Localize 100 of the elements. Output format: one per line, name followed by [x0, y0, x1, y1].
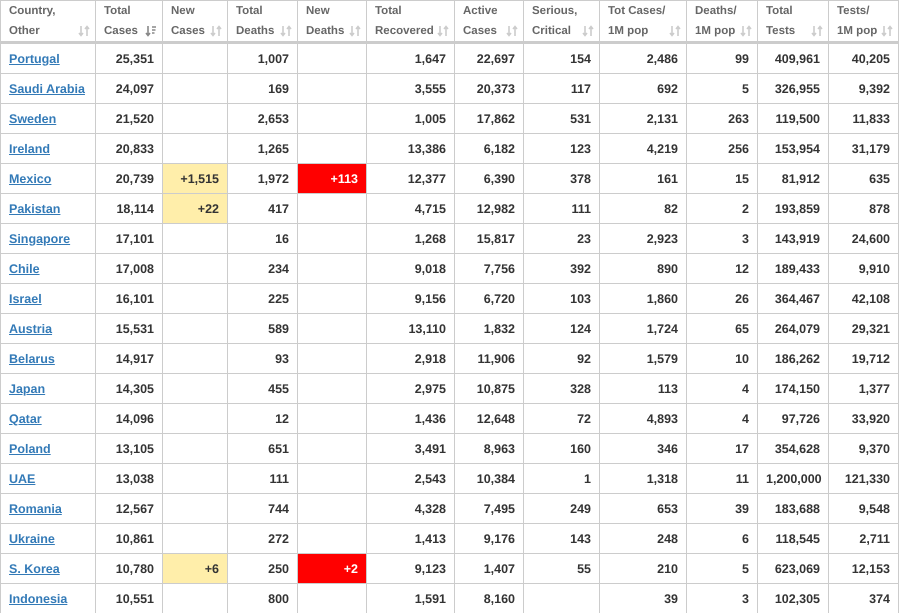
table-cell: 4,328 [366, 494, 454, 524]
column-header[interactable]: Serious, Critical [524, 0, 600, 42]
table-cell: 6,390 [454, 164, 524, 194]
table-cell: 12,648 [454, 404, 524, 434]
table-cell: 3 [686, 224, 758, 254]
table-cell: 40,205 [828, 42, 898, 74]
column-header[interactable]: New Cases [162, 0, 228, 42]
table-cell: 531 [524, 104, 600, 134]
table-cell: 1,832 [454, 314, 524, 344]
column-header[interactable]: Total Cases [96, 0, 162, 42]
table-cell: 455 [228, 374, 298, 404]
sort-icon[interactable] [582, 25, 594, 37]
table-cell: 5 [686, 74, 758, 104]
table-cell: 31,179 [828, 134, 898, 164]
table-cell: 417 [228, 194, 298, 224]
table-cell: 8,963 [454, 434, 524, 464]
table-cell: 29,321 [828, 314, 898, 344]
table-cell: 4,219 [600, 134, 686, 164]
table-cell: 169 [228, 74, 298, 104]
table-cell: 13,386 [366, 134, 454, 164]
table-cell: 692 [600, 74, 686, 104]
table-cell: 9,123 [366, 554, 454, 584]
table-cell: +6 [162, 554, 228, 584]
country-link[interactable]: UAE [9, 472, 36, 486]
table-cell: 65 [686, 314, 758, 344]
table-cell: 82 [600, 194, 686, 224]
table-cell: 183,688 [758, 494, 828, 524]
table-cell: 653 [600, 494, 686, 524]
table-cell: 119,500 [758, 104, 828, 134]
table-cell: 4,715 [366, 194, 454, 224]
table-cell: 2,923 [600, 224, 686, 254]
table-cell: 4,893 [600, 404, 686, 434]
table-cell: 24,097 [96, 74, 162, 104]
table-cell: 9,156 [366, 284, 454, 314]
sort-icon[interactable] [506, 25, 518, 37]
table-cell: 1,436 [366, 404, 454, 434]
country-link[interactable]: Israel [9, 292, 42, 306]
table-cell: 33,920 [828, 404, 898, 434]
table-cell: 13,105 [96, 434, 162, 464]
table-cell: 4 [686, 374, 758, 404]
sort-icon[interactable] [740, 25, 752, 37]
sort-icon[interactable] [210, 25, 222, 37]
column-header[interactable]: Deaths/ 1M pop [686, 0, 758, 42]
sort-icon[interactable] [349, 25, 361, 37]
table-cell: 6,720 [454, 284, 524, 314]
table-cell: 12 [228, 404, 298, 434]
table-cell: 2,543 [366, 464, 454, 494]
table-cell: 14,096 [96, 404, 162, 434]
table-cell: 364,467 [758, 284, 828, 314]
sort-icon[interactable] [811, 25, 823, 37]
table-cell: 160 [524, 434, 600, 464]
column-header[interactable]: Tot Cases/ 1M pop [600, 0, 686, 42]
sort-icon[interactable] [881, 25, 893, 37]
table-cell: 392 [524, 254, 600, 284]
table-cell: 92 [524, 344, 600, 374]
table-cell: 13,038 [96, 464, 162, 494]
table-cell: 272 [228, 524, 298, 554]
column-header[interactable]: New Deaths [298, 0, 366, 42]
table-cell: 117 [524, 74, 600, 104]
table-cell: 2,711 [828, 524, 898, 554]
table-cell: 2,131 [600, 104, 686, 134]
column-header[interactable]: Active Cases [454, 0, 524, 42]
sort-icon[interactable] [78, 25, 90, 37]
table-cell: 378 [524, 164, 600, 194]
table-cell: 10,384 [454, 464, 524, 494]
column-header[interactable]: Total Tests [758, 0, 828, 42]
table-cell: 12,982 [454, 194, 524, 224]
table-cell: 248 [600, 524, 686, 554]
table-cell: 15 [686, 164, 758, 194]
column-header[interactable]: Total Deaths [228, 0, 298, 42]
table-cell: 143,919 [758, 224, 828, 254]
country-link[interactable]: Japan [9, 382, 46, 396]
table-cell: 20,833 [96, 134, 162, 164]
column-header[interactable]: Tests/ 1M pop [828, 0, 898, 42]
table-cell: 9,018 [366, 254, 454, 284]
table-cell: 26 [686, 284, 758, 314]
table-cell: 193,859 [758, 194, 828, 224]
table-cell: 7,495 [454, 494, 524, 524]
table-cell: 55 [524, 554, 600, 584]
country-link[interactable]: Chile [9, 262, 40, 276]
sort-icon[interactable] [280, 25, 292, 37]
table-cell: 103 [524, 284, 600, 314]
country-link[interactable]: Qatar [9, 412, 42, 426]
table-cell: 2,486 [600, 42, 686, 74]
table-cell: 42,108 [828, 284, 898, 314]
table-cell: 1 [524, 464, 600, 494]
table-cell: 81,912 [758, 164, 828, 194]
table-cell: 11,833 [828, 104, 898, 134]
table-cell: 161 [600, 164, 686, 194]
table-cell: +22 [162, 194, 228, 224]
table-cell: 2,975 [366, 374, 454, 404]
sort-icon[interactable] [669, 25, 681, 37]
sort-icon[interactable] [145, 25, 157, 37]
sort-icon[interactable] [437, 25, 449, 37]
column-header[interactable]: Total Recovered [366, 0, 454, 42]
table-cell: 72 [524, 404, 600, 434]
table-cell: 24,600 [828, 224, 898, 254]
table-cell: 6 [686, 524, 758, 554]
column-header[interactable]: Country, Other [0, 0, 96, 42]
table-cell: 9,370 [828, 434, 898, 464]
